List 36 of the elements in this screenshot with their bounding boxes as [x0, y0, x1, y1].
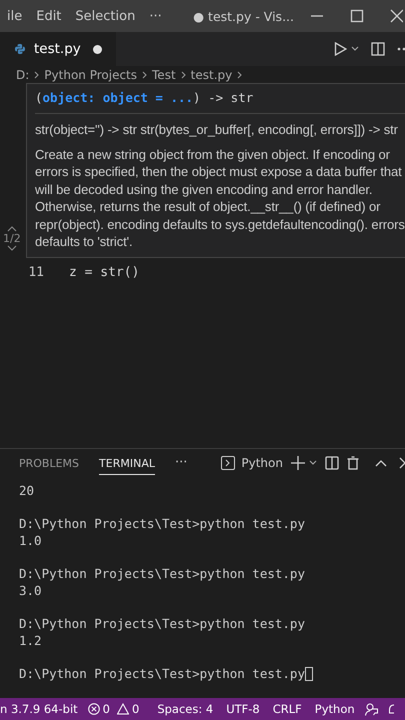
status-item[interactable]: CRLF [272, 702, 302, 716]
breadcrumb-item[interactable]: test.py [190, 68, 232, 82]
status-item[interactable]: Spaces: 4 [157, 702, 214, 716]
menu-item[interactable]: Edit [29, 8, 68, 24]
overload-counter: 1/2 [3, 232, 21, 244]
terminal-line: D:\Python Projects\Test>python test.py [19, 615, 305, 632]
breadcrumb-item[interactable]: Python Projects [44, 68, 138, 82]
editor-tab[interactable]: test.py [0, 32, 116, 66]
tab-label: test.py [34, 41, 81, 57]
terminal-line: D:\Python Projects\Test>python test.py [19, 665, 305, 682]
menu-item[interactable]: Selection [68, 8, 142, 24]
breadcrumb-item[interactable]: D: [16, 68, 30, 82]
warning-count[interactable]: 0 [132, 702, 140, 716]
code-line: z = str() [68, 265, 140, 280]
terminal-selector[interactable]: Python [221, 456, 283, 470]
doc-text: str(object='') -> str str(bytes_or_buffer[, encoding[, errors]]) -> str [35, 121, 399, 138]
python-interpreter[interactable]: n 3.7.9 64-bit [0, 702, 78, 716]
terminal-line: 1.0 [19, 532, 42, 549]
signature: (object: object = ...) -> str [35, 84, 405, 114]
terminal-line: D:\Python Projects\Test>python test.py [19, 565, 305, 582]
line-number: 11 [27, 265, 44, 280]
menu-item[interactable]: ile [0, 8, 30, 24]
doc-text: Create a new string object from the given object. If encoding or errors is specified, then the object must expose a data buffer that will be decoded using the given encoding and error handler. Otherwise, returns the result of object.__str__() (if defined) or repr(object). encoding defaults to sys.getdefaultencoding(). errors defaults to 'strict'. [35, 146, 405, 250]
status-item[interactable]: Python [314, 702, 355, 716]
window-title: ● test.py - Vis... [192, 8, 295, 24]
error-count[interactable]: 0 [102, 702, 110, 716]
menu-item[interactable]: ··· [142, 8, 169, 24]
panel-tab[interactable]: PROBLEMS [19, 450, 80, 474]
breadcrumb-item[interactable]: Test [152, 68, 176, 82]
terminal-line: 3.0 [19, 582, 42, 599]
status-item[interactable]: UTF-8 [226, 702, 260, 716]
terminal-line: D:\Python Projects\Test>python test.py [19, 515, 305, 532]
more-button[interactable]: ··· [174, 455, 188, 470]
terminal-line: 1.2 [19, 632, 42, 649]
panel-tab[interactable]: TERMINAL [99, 450, 155, 474]
terminal-line: 20 [19, 482, 34, 499]
